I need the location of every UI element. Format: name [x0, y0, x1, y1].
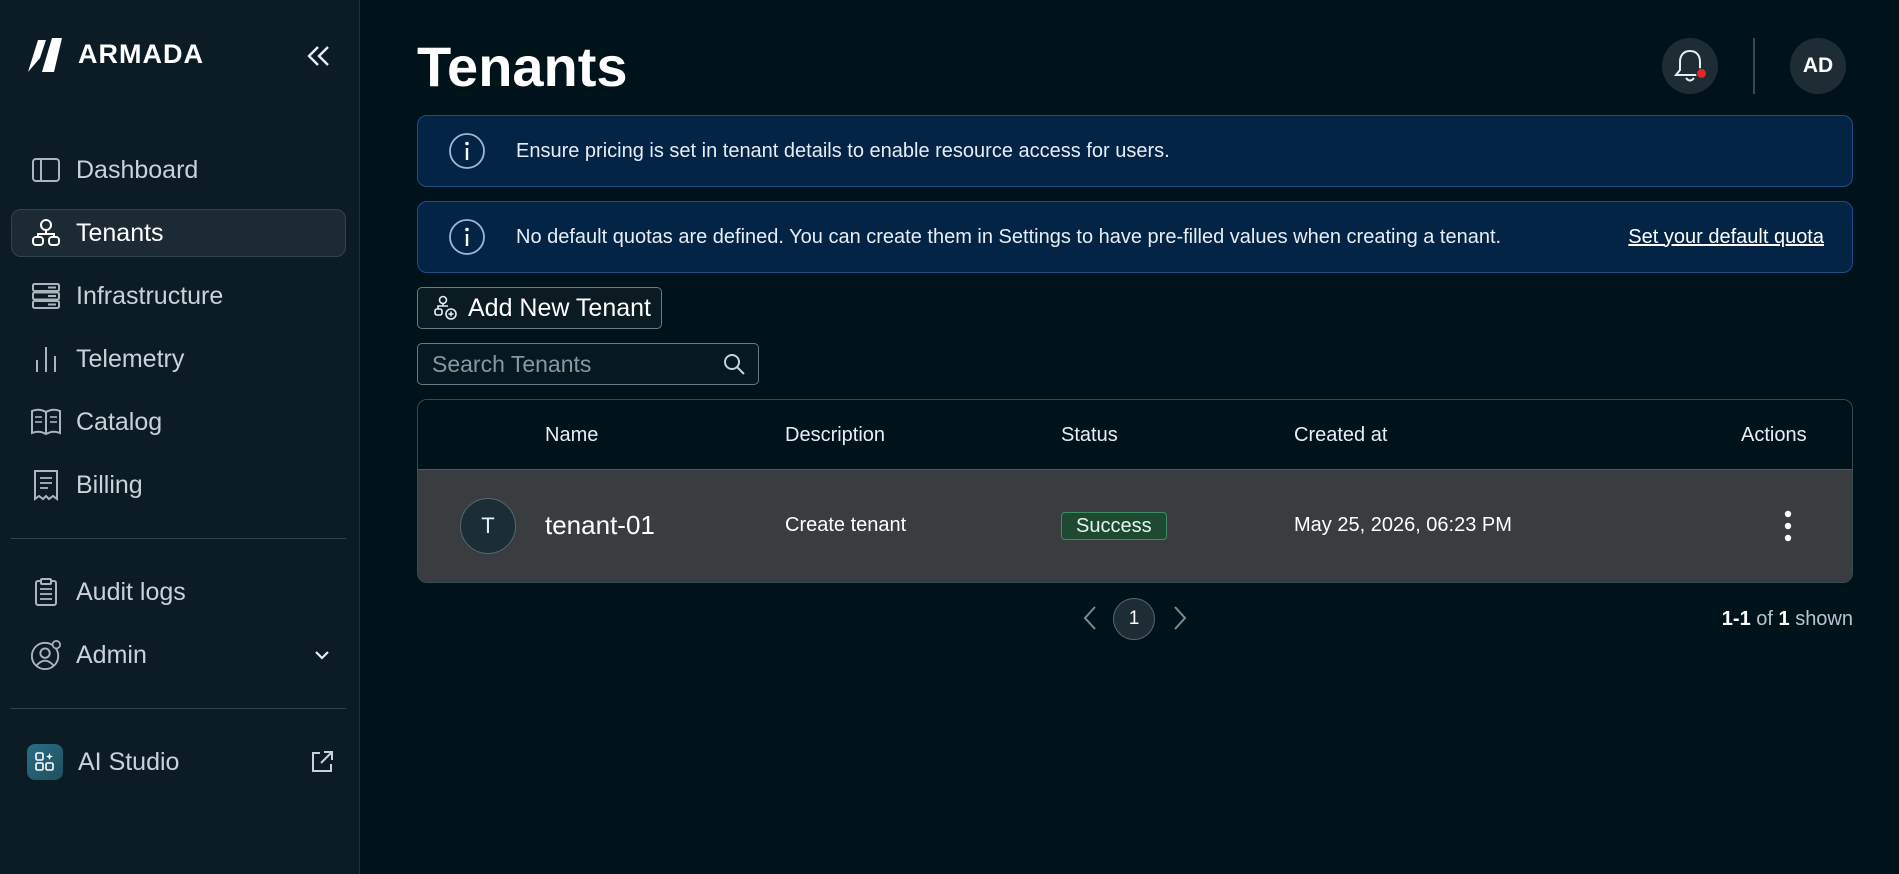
more-vertical-icon: [1784, 510, 1792, 542]
add-new-tenant-button[interactable]: Add New Tenant: [417, 287, 662, 329]
double-chevron-left-icon: [307, 46, 329, 66]
tenant-description: Create tenant: [785, 514, 907, 536]
clipboard-icon: [30, 576, 62, 608]
quota-info-banner: No default quotas are defined. You can c…: [417, 201, 1853, 273]
external-link-icon[interactable]: [309, 749, 335, 775]
chevron-down-icon[interactable]: [313, 649, 331, 661]
tenants-table: Name Description Status Created at Actio…: [417, 399, 1853, 583]
tenant-avatar: T: [460, 498, 516, 554]
pagination-prev-button[interactable]: [1076, 604, 1104, 632]
banner-text: No default quotas are defined. You can c…: [516, 225, 1502, 248]
results-of: of: [1756, 608, 1773, 630]
info-icon: [448, 218, 486, 256]
armada-logo-icon: [28, 38, 62, 72]
sidebar-nav: Dashboard Tenants Infrastructure Telemet…: [11, 146, 346, 524]
tenant-created-at: May 25, 2026, 06:23 PM: [1294, 514, 1512, 536]
sidebar-item-label: Tenants: [76, 218, 164, 247]
sidebar-secondary-nav: Audit logs Admin: [11, 568, 346, 694]
add-tenant-icon: [434, 295, 457, 320]
status-badge: Success: [1061, 512, 1167, 540]
sidebar-item-label: Dashboard: [76, 155, 199, 184]
sidebar-divider: [11, 708, 346, 709]
row-actions-button[interactable]: [1768, 506, 1808, 546]
search-icon[interactable]: [722, 352, 746, 376]
sidebar-item-label: Catalog: [76, 407, 163, 436]
sidebar-item-label: Admin: [76, 640, 147, 669]
brand-logo[interactable]: ARMADA: [26, 34, 204, 74]
sidebar-item-label: Audit logs: [76, 577, 186, 606]
sidebar-item-dashboard[interactable]: Dashboard: [11, 146, 346, 194]
results-shown: shown: [1795, 608, 1853, 630]
results-count: 1-1 of 1 shown: [1722, 608, 1853, 631]
sidebar-item-ai-studio[interactable]: AI Studio: [11, 738, 346, 786]
dashboard-icon: [30, 154, 62, 186]
column-header-name[interactable]: Name: [545, 424, 598, 447]
results-range: 1-1: [1721, 608, 1751, 630]
sidebar-item-admin[interactable]: Admin: [11, 631, 346, 679]
notifications-button[interactable]: [1662, 38, 1718, 94]
column-header-actions: Actions: [1741, 424, 1807, 446]
banner-text: Ensure pricing is set in tenant details …: [516, 139, 1170, 162]
column-header-created-at[interactable]: Created at: [1294, 424, 1387, 447]
sidebar-item-label: Telemetry: [76, 344, 185, 373]
chart-bars-icon: [30, 343, 62, 375]
ai-studio-icon: [26, 744, 64, 780]
collapse-sidebar-button[interactable]: [300, 38, 336, 74]
sidebar-item-audit-logs[interactable]: Audit logs: [11, 568, 346, 616]
sidebar-item-infrastructure[interactable]: Infrastructure: [11, 272, 346, 320]
search-input[interactable]: [418, 350, 708, 378]
sidebar-external-nav: AI Studio: [11, 738, 346, 801]
sidebar-item-billing[interactable]: Billing: [11, 461, 346, 509]
sidebar-item-label: Billing: [76, 470, 143, 499]
user-gear-icon: [30, 639, 62, 671]
tenants-icon: [30, 217, 62, 249]
column-header-status[interactable]: Status: [1061, 424, 1118, 447]
header-divider: [1753, 38, 1755, 94]
catalog-icon: [30, 406, 62, 438]
sidebar: ARMADA Dashboard Tenants Infrastructure: [0, 0, 360, 874]
server-icon: [30, 280, 62, 312]
user-avatar[interactable]: AD: [1790, 38, 1846, 94]
brand-name: ARMADA: [78, 38, 204, 69]
page-title: Tenants: [417, 35, 628, 98]
pagination-page-button[interactable]: 1: [1113, 598, 1155, 640]
tenant-name[interactable]: tenant-01: [545, 510, 655, 541]
search-box: [417, 343, 759, 385]
sidebar-item-telemetry[interactable]: Telemetry: [11, 335, 346, 383]
notification-badge: [1696, 68, 1707, 79]
receipt-icon: [30, 469, 62, 501]
sidebar-item-catalog[interactable]: Catalog: [11, 398, 346, 446]
results-total: 1: [1778, 608, 1790, 630]
set-default-quota-link[interactable]: Set your default quota: [1628, 226, 1824, 249]
table-row[interactable]: T tenant-01 Create tenant Success May 25…: [418, 470, 1852, 582]
pricing-info-banner: Ensure pricing is set in tenant details …: [417, 115, 1853, 187]
info-icon: [448, 132, 486, 170]
pagination-next-button[interactable]: [1166, 604, 1194, 632]
chevron-left-icon: [1083, 606, 1096, 630]
sidebar-divider: [11, 538, 346, 539]
sidebar-item-label: AI Studio: [78, 747, 180, 776]
table-header: Name Description Status Created at Actio…: [418, 400, 1852, 470]
sidebar-item-label: Infrastructure: [76, 281, 224, 310]
column-header-description[interactable]: Description: [785, 424, 885, 447]
chevron-right-icon: [1174, 606, 1187, 630]
sidebar-item-tenants[interactable]: Tenants: [11, 209, 346, 257]
add-new-tenant-label: Add New Tenant: [468, 293, 651, 322]
